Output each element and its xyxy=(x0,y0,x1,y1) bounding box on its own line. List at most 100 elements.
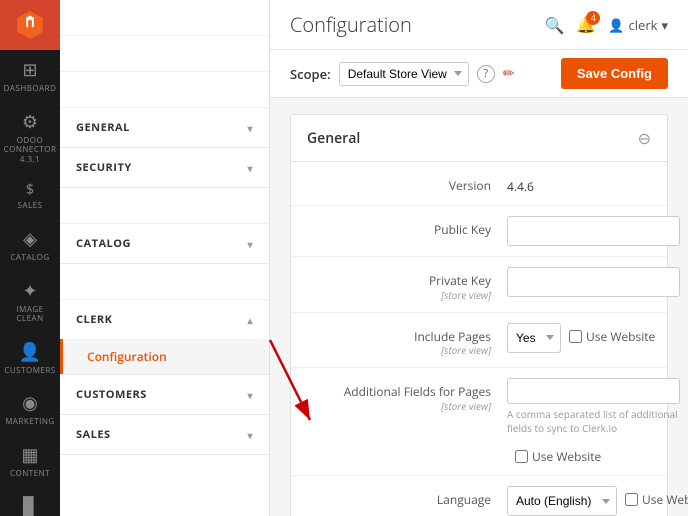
sidebar-item-label: ODOO CONNECTOR 4.3.1 xyxy=(4,136,57,165)
imageclean-icon: ✦ xyxy=(22,279,37,303)
dashboard-icon: ⊞ xyxy=(22,58,37,82)
sidebar-item-label: MARKETING xyxy=(5,417,55,427)
header-actions: 🔍 🔔 4 👤 clerk ▾ xyxy=(544,14,668,36)
page-header: Configuration 🔍 🔔 4 👤 clerk ▾ xyxy=(270,0,688,50)
nav-section-sales: SALES ▾ xyxy=(60,415,269,455)
customers-icon: 👤 xyxy=(19,340,41,364)
nav-section-security-label: SECURITY xyxy=(76,160,132,175)
nav-section-general-header[interactable]: GENERAL ▾ xyxy=(60,108,269,147)
reports-icon: ▊ xyxy=(23,495,37,516)
private-key-wrap: Use Website xyxy=(507,267,688,297)
sidebar-item-customers[interactable]: 👤 CUSTOMERS xyxy=(0,332,60,384)
form-row-private-key: Private Key [store view] Use Website xyxy=(291,257,667,313)
sales-icon: $ xyxy=(26,180,34,199)
save-config-button[interactable]: Save Config xyxy=(561,58,668,89)
sidebar-item-dashboard[interactable]: ⊞ DASHBOARD xyxy=(0,50,60,102)
marketing-icon: ◉ xyxy=(22,391,38,415)
form-row-include-pages: Include Pages [store view] Yes No Use We… xyxy=(291,313,667,369)
nav-placeholder-1 xyxy=(60,0,269,36)
nav-section-catalog-label: CATALOG xyxy=(76,236,131,251)
content-body: General ⊖ Version 4.4.6 Public Key xyxy=(270,98,688,516)
chevron-down-icon: ▾ xyxy=(247,428,253,442)
notification-button[interactable]: 🔔 4 xyxy=(576,15,596,35)
sidebar-item-imageclean[interactable]: ✦ IMAGE CLEAN xyxy=(0,271,60,332)
nav-section-clerk-header[interactable]: CLERK ▴ xyxy=(60,300,269,339)
sidebar-item-marketing[interactable]: ◉ MARKETING xyxy=(0,383,60,435)
search-icon[interactable]: 🔍 xyxy=(544,14,564,36)
general-section-toggle[interactable]: ⊖ xyxy=(638,127,651,149)
additional-fields-checkbox[interactable] xyxy=(515,450,528,463)
nav-section-general: GENERAL ▾ xyxy=(60,108,269,148)
nav-section-clerk-label: CLERK xyxy=(76,312,112,327)
form-row-language: Language Auto (English) Use Website xyxy=(291,476,667,516)
chevron-down-icon: ▾ xyxy=(247,161,253,175)
version-value-wrap: 4.4.6 xyxy=(507,172,651,195)
nav-sub-item-label: Configuration xyxy=(87,348,167,365)
sidebar-item-catalog[interactable]: ◈ CATALOG xyxy=(0,219,60,271)
magento-logo xyxy=(0,0,60,50)
help-icon[interactable]: ? xyxy=(477,65,495,83)
scope-bar: Scope: Default Store View ? ✏ Save Confi… xyxy=(270,50,688,98)
general-section-header[interactable]: General ⊖ xyxy=(291,115,667,162)
language-checkbox-label: Use Website xyxy=(642,491,688,508)
nav-placeholder-2 xyxy=(60,36,269,72)
private-key-label: Private Key [store view] xyxy=(307,267,507,302)
sidebar-item-reports[interactable]: ▊ REPORTS xyxy=(0,487,60,516)
nav-section-general-label: GENERAL xyxy=(76,120,130,135)
sidebar-item-label: IMAGE CLEAN xyxy=(4,305,56,324)
language-select[interactable]: Auto (English) xyxy=(507,486,617,516)
sidebar-item-label: SALES xyxy=(18,201,43,211)
sidebar-item-label: CUSTOMERS xyxy=(4,366,55,376)
nav-section-customers-header[interactable]: CUSTOMERS ▾ xyxy=(60,375,269,414)
additional-fields-input[interactable] xyxy=(507,378,680,404)
include-pages-select[interactable]: Yes No xyxy=(507,323,561,353)
nav-section-security-header[interactable]: SECURITY ▾ xyxy=(60,148,269,187)
nav-sub-item-configuration[interactable]: Configuration xyxy=(60,339,269,374)
pencil-icon[interactable]: ✏ xyxy=(503,64,515,83)
nav-section-customers: CUSTOMERS ▾ xyxy=(60,375,269,415)
nav-placeholder-4 xyxy=(60,188,269,224)
include-pages-checkbox-wrap: Use Website xyxy=(569,323,655,345)
general-section-title: General xyxy=(307,129,360,148)
additional-fields-checkbox-label: Use Website xyxy=(532,448,601,465)
chevron-down-icon: ▾ xyxy=(247,237,253,251)
include-pages-checkbox[interactable] xyxy=(569,330,582,343)
nav-section-sales-header[interactable]: SALES ▾ xyxy=(60,415,269,454)
nav-section-clerk-children: Configuration xyxy=(60,339,269,374)
nav-placeholder-5 xyxy=(60,264,269,300)
notification-badge: 4 xyxy=(586,11,600,25)
language-label: Language xyxy=(307,486,507,508)
chevron-down-icon: ▾ xyxy=(247,388,253,402)
public-key-input[interactable] xyxy=(507,216,680,246)
sidebar-item-content[interactable]: ▦ CONTENT xyxy=(0,435,60,487)
form-row-public-key: Public Key Use Website xyxy=(291,206,667,257)
user-dropdown-icon: ▾ xyxy=(661,16,668,34)
additional-fields-checkbox-wrap: Use Website xyxy=(515,443,601,465)
nav-placeholder-3 xyxy=(60,72,269,108)
user-menu[interactable]: 👤 clerk ▾ xyxy=(608,16,668,34)
nav-section-security: SECURITY ▾ xyxy=(60,148,269,188)
sidebar-item-odoo[interactable]: ⚙ ODOO CONNECTOR 4.3.1 xyxy=(0,102,60,173)
public-key-wrap: Use Website xyxy=(507,216,688,246)
user-icon: 👤 xyxy=(608,16,624,34)
version-value: 4.4.6 xyxy=(507,172,534,195)
form-row-version: Version 4.4.6 xyxy=(291,162,667,206)
sidebar-item-label: CATALOG xyxy=(10,253,49,263)
version-label: Version xyxy=(307,172,507,194)
chevron-up-icon: ▴ xyxy=(247,313,253,327)
include-pages-checkbox-label: Use Website xyxy=(586,328,655,345)
sidebar-item-label: CONTENT xyxy=(10,469,50,479)
scope-select[interactable]: Default Store View xyxy=(339,62,469,86)
page-title: Configuration xyxy=(290,11,412,38)
private-key-input[interactable] xyxy=(507,267,680,297)
additional-fields-label: Additional Fields for Pages [store view] xyxy=(307,378,507,413)
general-section-body: Version 4.4.6 Public Key Us xyxy=(291,162,667,516)
nav-section-catalog: CATALOG ▾ xyxy=(60,224,269,264)
nav-section-clerk: CLERK ▴ Configuration xyxy=(60,300,269,375)
user-name: clerk xyxy=(629,16,658,34)
language-checkbox[interactable] xyxy=(625,493,638,506)
sidebar-item-sales[interactable]: $ SALES xyxy=(0,172,60,219)
nav-section-customers-label: CUSTOMERS xyxy=(76,387,147,402)
nav-section-catalog-header[interactable]: CATALOG ▾ xyxy=(60,224,269,263)
language-wrap: Auto (English) Use Website xyxy=(507,486,688,516)
